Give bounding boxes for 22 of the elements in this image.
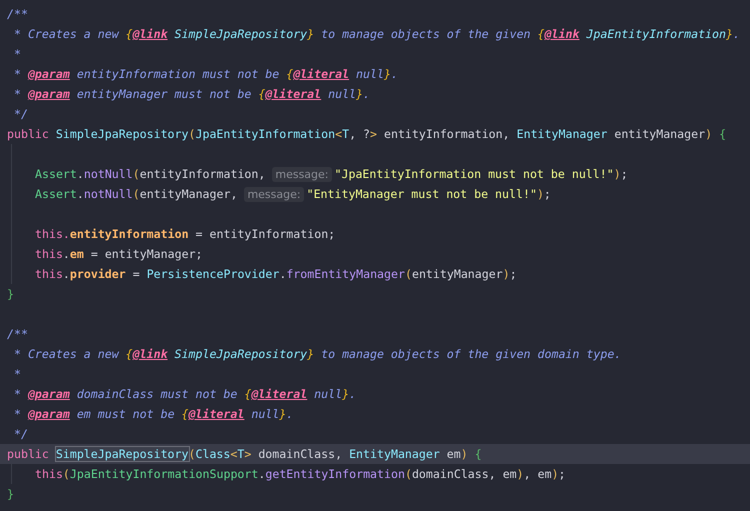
code-line: this.em = entityManager;	[35, 247, 203, 261]
code-line: this(JpaEntityInformationSupport.getEntityInformation(domainClass, em), em);	[35, 467, 566, 481]
code-line: public SimpleJpaRepository(JpaEntityInformation<T, ?> entityInformation, EntityManager entityManager) {	[7, 127, 726, 141]
code-line: */	[12, 107, 28, 121]
code-line: * @param em must not be {@literal null}.	[12, 407, 294, 421]
code-line: /**	[7, 327, 28, 341]
code-line: }	[7, 287, 14, 301]
code-line: Assert.notNull(entityManager, message: "EntityManager must not be null!");	[35, 187, 551, 201]
code-line: * @param entityInformation must not be {@literal null}.	[12, 67, 398, 81]
code-line: * @param domainClass must not be {@literal null}.	[12, 387, 356, 401]
code-line: Assert.notNull(entityInformation, message: "JpaEntityInformation must not be null!");	[35, 167, 628, 181]
code-line: */	[12, 427, 28, 441]
code-line: * Creates a new {@link SimpleJpaRepository} to manage objects of the given domain type.	[12, 347, 622, 361]
code-line: public SimpleJpaRepository(Class<T> domainClass, EntityManager em) {	[7, 447, 482, 461]
code-line: }	[7, 487, 14, 501]
code-line: * @param entityManager must not be {@literal null}.	[12, 87, 370, 101]
code-line: *	[12, 47, 21, 61]
code-line: this.provider = PersistenceProvider.fromEntityManager(entityManager);	[35, 267, 517, 281]
code-line: * Creates a new {@link SimpleJpaRepository} to manage objects of the given {@link JpaEntityInformation}.	[12, 27, 740, 41]
code-line: /**	[7, 7, 28, 21]
code-line: this.entityInformation = entityInformation;	[35, 227, 336, 241]
code-line: *	[12, 367, 21, 381]
